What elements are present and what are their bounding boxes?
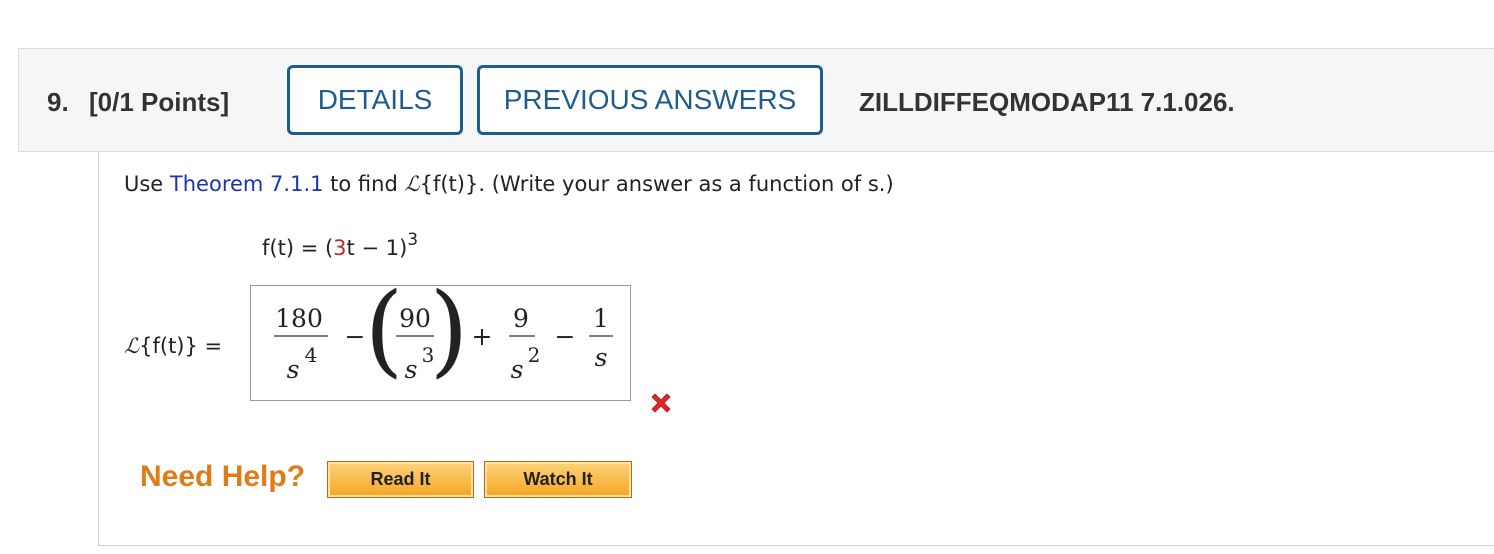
operator-2: + (472, 322, 493, 351)
operator-3: − (555, 322, 576, 351)
question-header: 9. [0/1 Points] DETAILS PREVIOUS ANSWERS… (18, 48, 1494, 152)
term3-numerator: 9 (513, 304, 529, 333)
previous-answers-button[interactable]: PREVIOUS ANSWERS (477, 65, 823, 135)
incorrect-icon (651, 393, 671, 413)
term1-denominator-base: s (287, 355, 300, 384)
question-points: [0/1 Points] (89, 87, 230, 117)
term1-denominator-exponent: 4 (305, 343, 318, 367)
term4-numerator: 1 (593, 304, 609, 333)
function-coefficient: 3 (333, 236, 347, 260)
answer-input[interactable]: 180 s 4 − ( 90 s 3 ) + 9 s 2 − 1 s (250, 285, 631, 401)
term1-numerator: 180 (275, 304, 323, 333)
term3-denominator-base: s (511, 355, 524, 384)
term3-denominator-exponent: 2 (528, 343, 541, 367)
watch-it-button[interactable]: Watch It (484, 461, 632, 498)
function-exponent: 3 (407, 230, 419, 250)
open-paren: ( (364, 286, 403, 388)
question-prompt: Use Theorem 7.1.1 to find ℒ{f(t)}. (Writ… (124, 172, 894, 196)
prompt-use: Use (124, 172, 164, 196)
prompt-to-find: to find (330, 172, 398, 196)
details-button[interactable]: DETAILS (287, 65, 463, 135)
prompt-instruction: (Write your answer as a function of s.) (491, 172, 894, 196)
close-paren: ) (429, 286, 468, 388)
answer-laplace-symbol: ℒ (124, 334, 140, 358)
read-it-button[interactable]: Read It (327, 461, 474, 498)
laplace-symbol: ℒ (404, 172, 420, 196)
answer-lhs-rest: {f(t)} = (139, 334, 223, 358)
operator-1: − (345, 322, 366, 351)
question-id: ZILLDIFFEQMODAP11 7.1.026. (859, 87, 1235, 117)
function-lhs: f(t) = ( (262, 236, 334, 260)
function-definition: f(t) = (3t − 1)3 (262, 230, 418, 260)
question-number: 9. (47, 87, 69, 117)
term2-denominator-base: s (405, 355, 418, 384)
prompt-f-of-t: {f(t)}. (419, 172, 486, 196)
theorem-link[interactable]: Theorem 7.1.1 (170, 172, 324, 196)
function-rest: t − 1) (346, 236, 408, 260)
term4-denominator: s (595, 343, 608, 372)
answer-math: 180 s 4 − ( 90 s 3 ) + 9 s 2 − 1 s (274, 286, 613, 388)
term2-numerator: 90 (399, 304, 431, 333)
need-help-label: Need Help? (140, 460, 306, 493)
answer-lhs: ℒ{f(t)} = (124, 334, 222, 358)
